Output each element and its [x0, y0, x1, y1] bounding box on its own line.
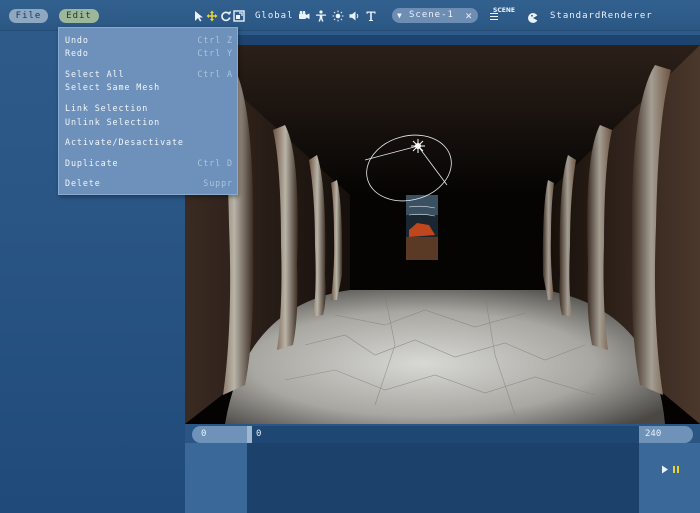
viewport-header	[185, 35, 700, 45]
renderer-icon[interactable]	[527, 9, 539, 23]
menu-item-label: Duplicate	[65, 158, 119, 168]
menu-item-select-all[interactable]: Select All Ctrl A	[65, 68, 233, 80]
list-icon	[490, 13, 498, 21]
renderer-selector[interactable]: StandardRenderer	[550, 9, 653, 23]
scale-icon[interactable]	[232, 9, 245, 22]
menu-item-duplicate[interactable]: Duplicate Ctrl D	[65, 157, 233, 169]
pause-icon[interactable]	[672, 459, 680, 473]
scene-outliner-button[interactable]: SCENE	[490, 7, 515, 23]
scene-name: Scene-1	[409, 10, 454, 20]
character-icon[interactable]	[314, 9, 327, 22]
timeline-start-field[interactable]: 0	[192, 426, 247, 443]
menu-item-activate-desactivate[interactable]: Activate/Desactivate	[65, 136, 233, 148]
light-source-icon	[411, 139, 425, 153]
timeline-end-field[interactable]: 240	[639, 426, 693, 443]
transform-space-toggle[interactable]: Global	[255, 9, 294, 23]
menu-item-label: Unlink Selection	[65, 117, 161, 127]
scene-render	[185, 45, 700, 424]
menu-item-redo[interactable]: Redo Ctrl Y	[65, 47, 233, 59]
playback-controls	[639, 443, 700, 513]
play-icon[interactable]	[661, 459, 669, 474]
timeline-keyframe-area[interactable]	[247, 443, 639, 513]
menu-item-select-same-mesh[interactable]: Select Same Mesh	[65, 81, 233, 93]
scene-selector[interactable]: ▼ Scene-1 ✕	[392, 8, 478, 23]
menu-item-shortcut: Ctrl Y	[197, 48, 233, 58]
timeline-lower-left	[185, 443, 247, 513]
text-icon[interactable]	[364, 9, 377, 22]
move-icon[interactable]	[205, 9, 218, 22]
3d-viewport[interactable]	[185, 45, 700, 424]
file-menu-button[interactable]: File	[9, 9, 48, 23]
menu-item-shortcut: Ctrl D	[197, 158, 233, 168]
menu-item-link-selection[interactable]: Link Selection	[65, 102, 233, 114]
menu-item-shortcut: Ctrl Z	[197, 35, 233, 45]
dropdown-arrow-icon: ▼	[397, 11, 402, 20]
menu-item-label: Select All	[65, 69, 125, 79]
menu-item-unlink-selection[interactable]: Unlink Selection	[65, 116, 233, 128]
menu-item-label: Delete	[65, 178, 101, 188]
menu-item-label: Link Selection	[65, 103, 149, 113]
rotate-icon[interactable]	[219, 9, 232, 22]
menu-item-delete[interactable]: Delete Suppr	[65, 177, 233, 189]
camera-icon[interactable]	[297, 9, 310, 22]
menu-item-undo[interactable]: Undo Ctrl Z	[65, 34, 233, 46]
light-icon[interactable]	[331, 9, 344, 22]
menu-item-label: Undo	[65, 35, 89, 45]
timeline-track[interactable]	[247, 426, 639, 443]
timeline-current-frame: 0	[256, 429, 262, 439]
close-scene-icon[interactable]: ✕	[465, 8, 472, 23]
edit-dropdown-menu: Undo Ctrl Z Redo Ctrl Y Select All Ctrl …	[58, 27, 238, 195]
menu-item-label: Redo	[65, 48, 89, 58]
sound-icon[interactable]	[347, 9, 360, 22]
menu-item-label: Activate/Desactivate	[65, 137, 184, 147]
edit-menu-button[interactable]: Edit	[59, 9, 99, 23]
timeline-playhead[interactable]	[247, 426, 252, 443]
menu-item-label: Select Same Mesh	[65, 82, 161, 92]
menu-item-shortcut: Suppr	[203, 178, 233, 188]
menu-item-shortcut: Ctrl A	[197, 69, 233, 79]
select-arrow-icon[interactable]	[192, 9, 205, 22]
